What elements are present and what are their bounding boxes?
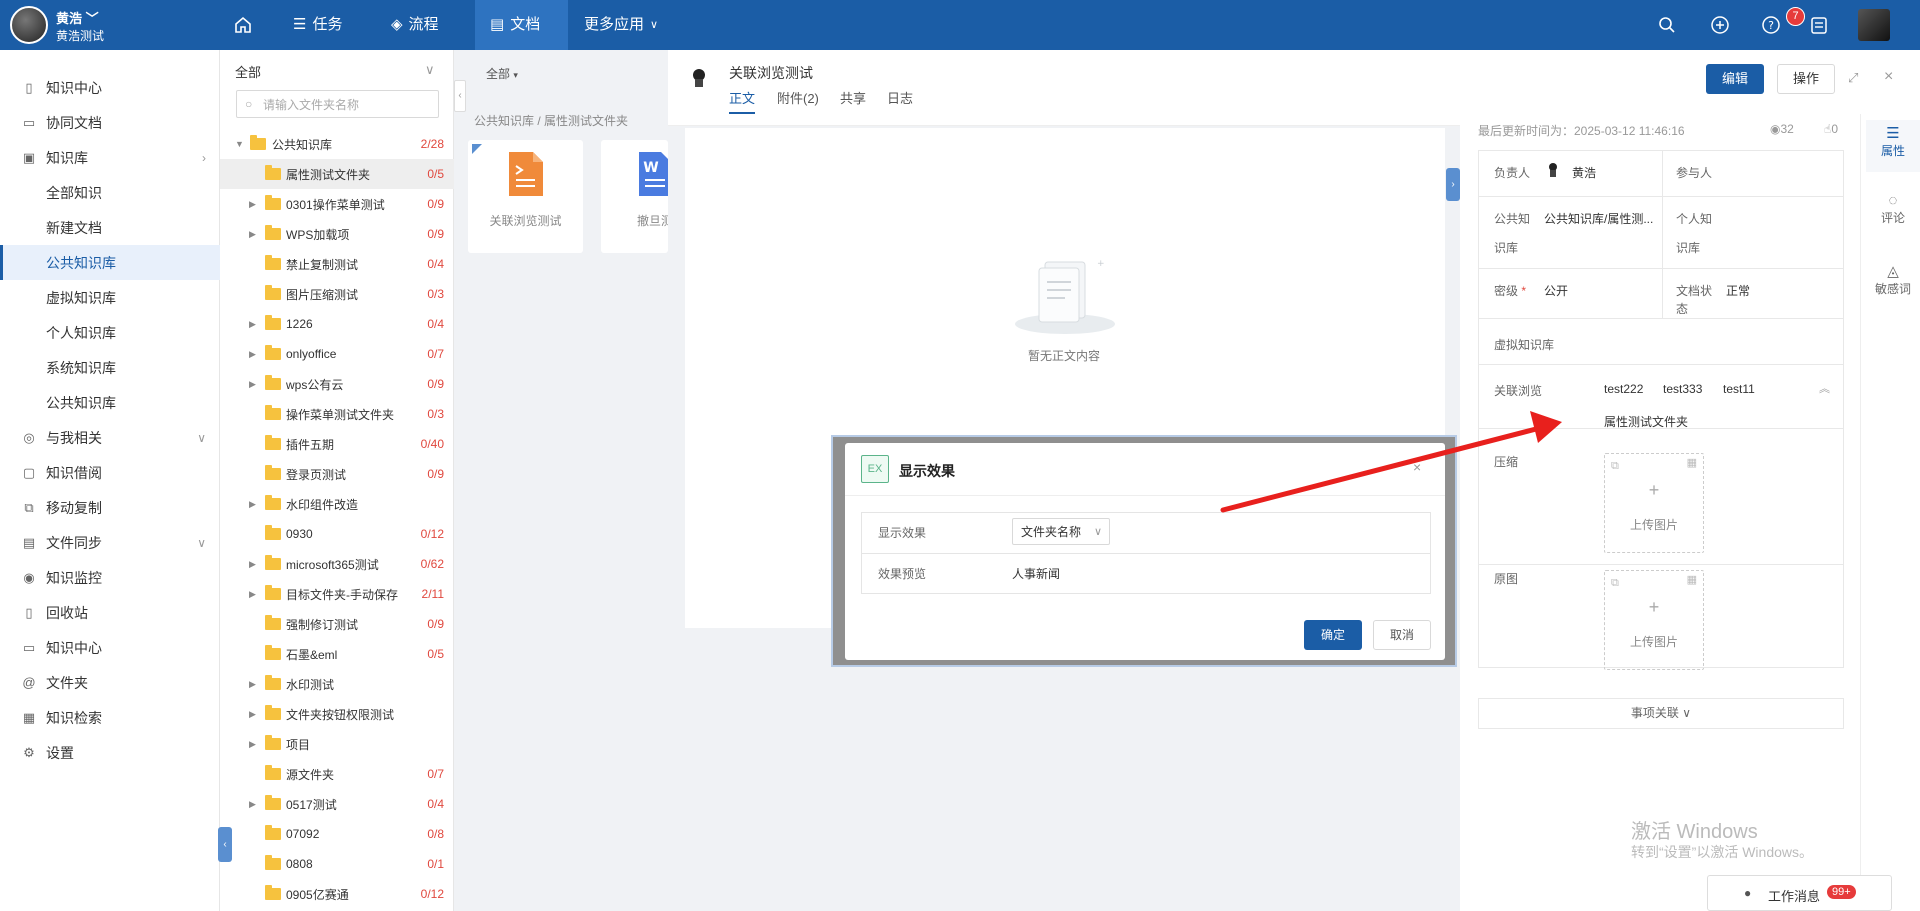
work-messages-button[interactable]: ● 工作消息 99+ <box>1707 875 1892 911</box>
annotation-arrow <box>1220 411 1562 513</box>
chat-icon: ● <box>1744 886 1752 900</box>
windows-watermark: 激活 Windows <box>1631 821 1758 843</box>
work-messages-badge: 99+ <box>1827 885 1856 899</box>
windows-watermark-sub: 转到“设置”以激活 Windows。 <box>1631 844 1814 860</box>
